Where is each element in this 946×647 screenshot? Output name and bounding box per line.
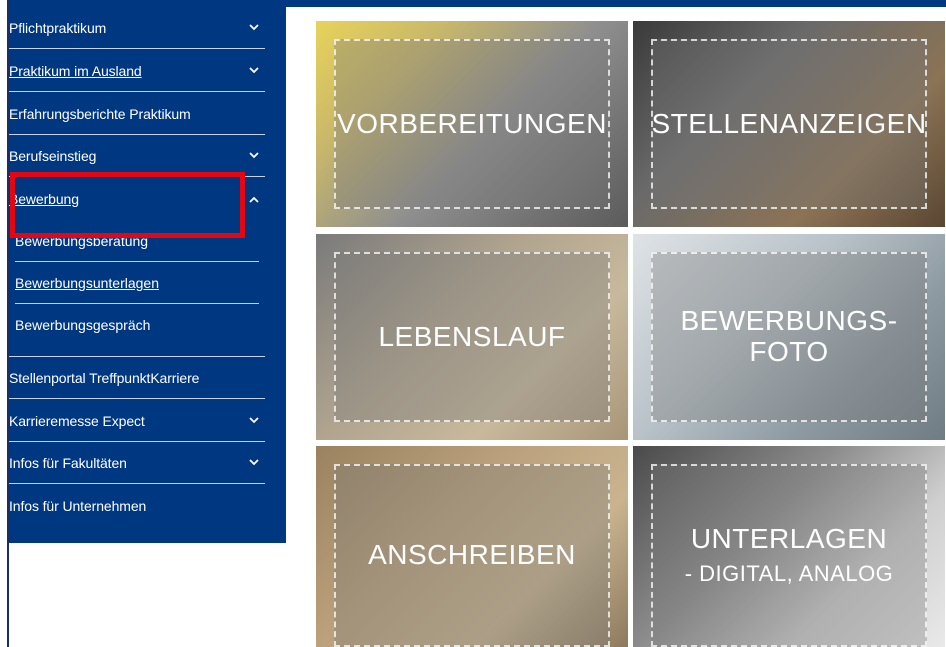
chevron-down-icon[interactable] <box>243 67 265 74</box>
nav-item-label: Karrieremesse Expect <box>9 412 145 429</box>
nav-item-label: Infos für Fakultäten <box>9 454 127 471</box>
nav-item-label: Stellenportal TreffpunktKarriere <box>9 369 200 386</box>
subnav-item-bewerbungsberatung[interactable]: Bewerbungsberatung <box>15 220 259 262</box>
sidebar-nav: Pflichtpraktikum Praktikum im Ausland Er… <box>9 7 286 543</box>
nav-item-karrieremesse[interactable]: Karrieremesse Expect <box>9 400 265 442</box>
tile-lebenslauf[interactable]: LEBENSLAUF <box>316 234 628 440</box>
tile-frame: STELLENANZEIGEN <box>651 39 927 209</box>
chevron-down-icon[interactable] <box>243 459 265 466</box>
tile-vorbereitungen[interactable]: VORBEREITUNGEN <box>316 21 628 227</box>
tile-unterlagen[interactable]: UNTERLAGEN - DIGITAL, ANALOG <box>633 446 945 647</box>
nav-item-label: Bewerbung <box>9 191 79 207</box>
chevron-down-icon[interactable] <box>243 417 265 424</box>
nav-item-label: Erfahrungsberichte Praktikum <box>9 105 191 122</box>
tile-title: ANSCHREIBEN <box>368 539 576 571</box>
tile-subtitle: - DIGITAL, ANALOG <box>684 560 894 586</box>
window-left-edge <box>0 0 9 647</box>
nav-item-infos-unternehmen[interactable]: Infos für Unternehmen <box>9 485 265 527</box>
nav-item-erfahrungsberichte[interactable]: Erfahrungsberichte Praktikum <box>9 93 265 135</box>
nav-item-label: Infos für Unternehmen <box>9 498 147 514</box>
chevron-down-icon[interactable] <box>243 152 265 159</box>
chevron-down-icon[interactable] <box>243 24 265 31</box>
nav-item-bewerbung[interactable]: Bewerbung <box>9 178 265 220</box>
nav-item-infos-fakultaeten[interactable]: Infos für Fakultäten <box>9 442 265 484</box>
nav-item-praktikum-im-ausland[interactable]: Praktikum im Ausland <box>9 50 265 92</box>
nav-item-label: Praktikum im Ausland <box>9 62 142 79</box>
tile-title: LEBENSLAUF <box>378 320 566 352</box>
subnav-item-label: Bewerbungsberatung <box>15 232 149 249</box>
header-bar <box>9 0 946 7</box>
tile-anschreiben[interactable]: ANSCHREIBEN <box>316 446 628 647</box>
tile-title: VORBEREITUNGEN <box>337 107 607 139</box>
tile-title: STELLENANZEIGEN <box>651 107 927 139</box>
tile-frame: UNTERLAGEN - DIGITAL, ANALOG <box>651 464 927 647</box>
chevron-up-icon[interactable] <box>243 196 265 203</box>
tile-title: UNTERLAGEN <box>690 523 888 555</box>
nav-item-pflichtpraktikum[interactable]: Pflichtpraktikum <box>9 7 265 49</box>
subnav-item-label: Bewerbungsunterlagen <box>15 274 159 291</box>
nav-item-label: Berufseinstieg <box>9 147 97 164</box>
subnav-item-bewerbungsgespraech[interactable]: Bewerbungsgespräch <box>15 304 259 346</box>
tile-subtitle: FOTO <box>749 336 829 367</box>
tile-title: BEWERBUNGS- <box>680 305 898 337</box>
tile-frame: ANSCHREIBEN <box>334 464 610 647</box>
nav-item-label: Pflichtpraktikum <box>9 19 107 36</box>
tile-frame: BEWERBUNGS- FOTO <box>651 252 927 422</box>
nav-item-stellenportal[interactable]: Stellenportal TreffpunktKarriere <box>9 357 265 399</box>
tile-bewerbungsfoto[interactable]: BEWERBUNGS- FOTO <box>633 234 945 440</box>
subnav-item-bewerbungsunterlagen[interactable]: Bewerbungsunterlagen <box>15 262 259 304</box>
tile-stellenanzeigen[interactable]: STELLENANZEIGEN <box>633 21 945 227</box>
tile-frame: LEBENSLAUF <box>334 252 610 422</box>
nav-item-berufseinstieg[interactable]: Berufseinstieg <box>9 135 265 177</box>
tile-frame: VORBEREITUNGEN <box>334 39 610 209</box>
subnav-item-label: Bewerbungsgespräch <box>15 317 151 333</box>
